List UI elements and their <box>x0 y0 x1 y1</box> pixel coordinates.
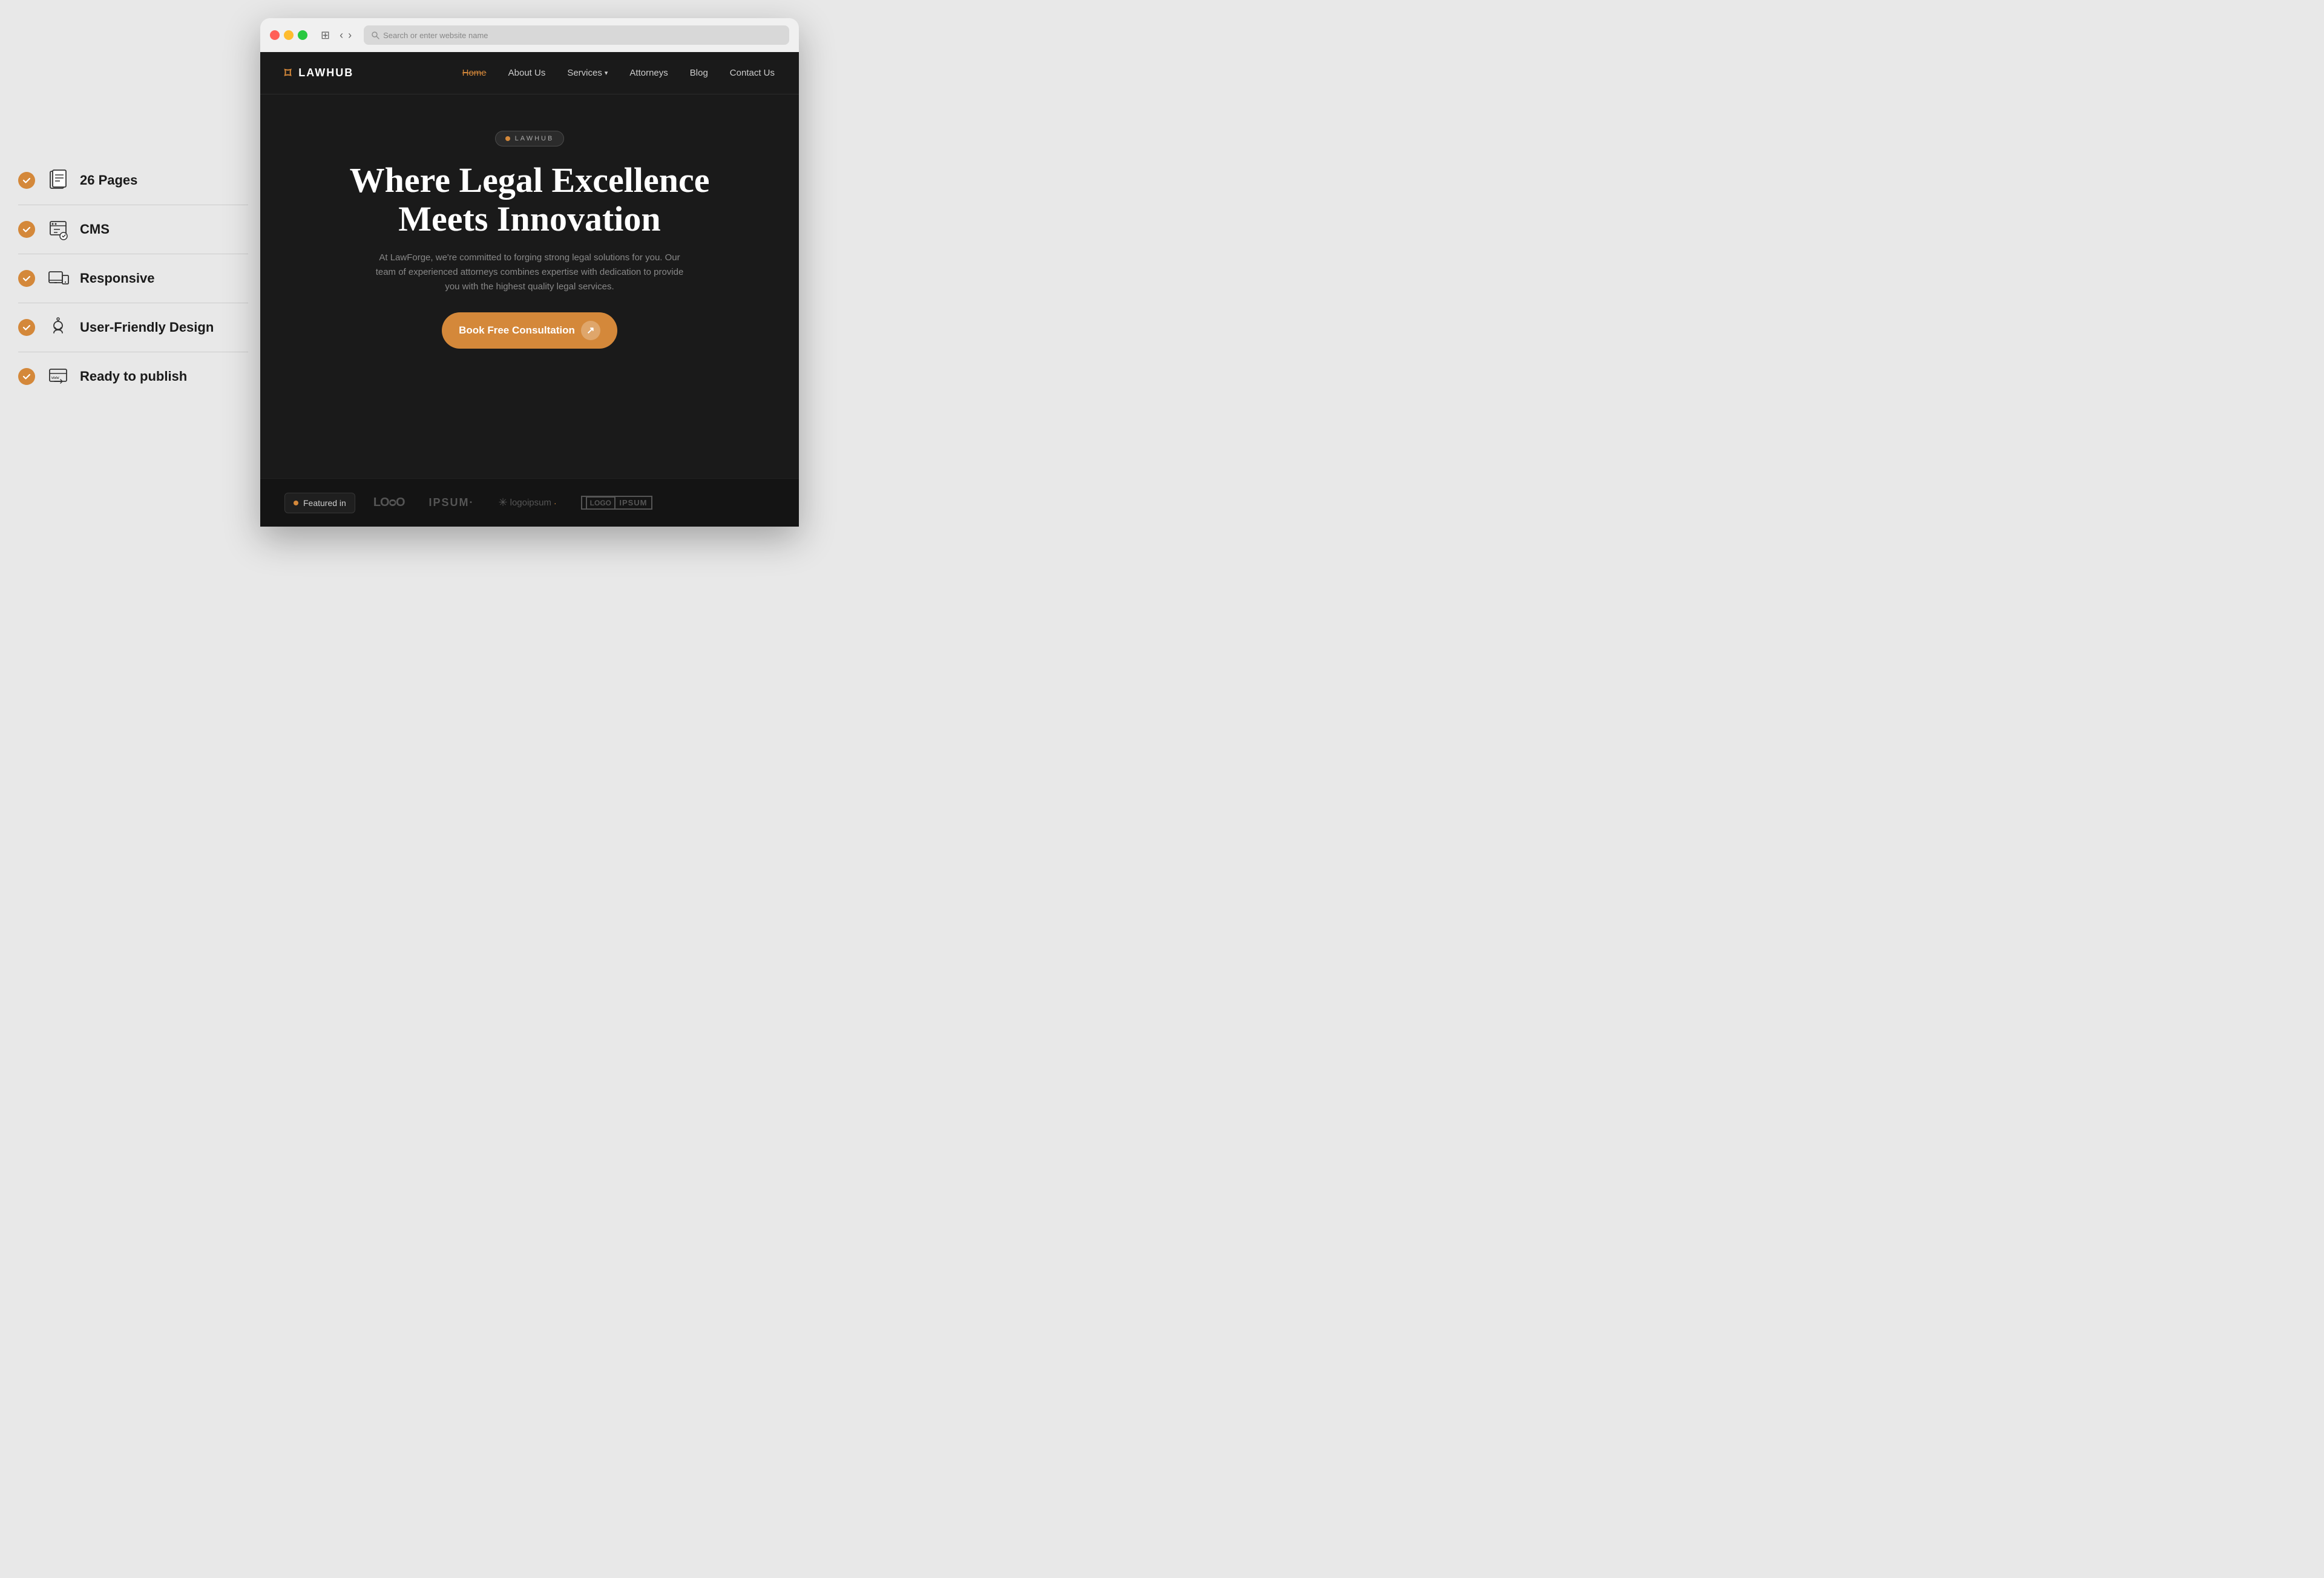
logo-logo-ipsum-box: LOGO IPSUM <box>581 496 652 510</box>
feature-list-wrapper: 26 Pages <box>18 156 248 401</box>
featured-dot <box>294 501 298 505</box>
check-badge-cms <box>18 221 35 238</box>
nav-services[interactable]: Services ▾ <box>567 68 608 78</box>
hero-badge-dot <box>505 136 510 141</box>
feature-label-responsive: Responsive <box>80 270 155 288</box>
hero-title: Where Legal Excellence Meets Innovation <box>284 161 775 238</box>
website-content: ⌑ LAWHUB Home About Us Services ▾ Attorn… <box>260 52 799 527</box>
featured-label: Featured in <box>284 493 355 513</box>
cta-button-label: Book Free Consultation <box>459 324 575 337</box>
close-button[interactable] <box>270 30 280 40</box>
back-button[interactable]: ‹ <box>340 29 343 42</box>
maximize-button[interactable] <box>298 30 307 40</box>
site-nav: ⌑ LAWHUB Home About Us Services ▾ Attorn… <box>260 52 799 94</box>
browser-nav: ‹ › <box>340 29 352 42</box>
publish-icon: www <box>45 363 71 390</box>
sidebar: 26 Pages <box>0 0 266 527</box>
checkmark-icon <box>22 176 31 185</box>
site-logo: ⌑ LAWHUB <box>284 65 353 81</box>
logo-icon: ⌑ <box>284 65 292 81</box>
nav-links: Home About Us Services ▾ Attorneys Blog … <box>462 68 775 79</box>
logo-text: LAWHUB <box>298 67 353 79</box>
check-badge-responsive <box>18 270 35 287</box>
checkmark-icon-4 <box>22 323 31 332</box>
pages-icon <box>45 167 71 194</box>
logo-ipsum: IPSUM· <box>429 496 474 509</box>
feature-label-user-friendly: User-Friendly Design <box>80 319 214 337</box>
responsive-icon <box>45 265 71 292</box>
minimize-button[interactable] <box>284 30 294 40</box>
browser-window: ⊞ ‹ › Search or enter website name ⌑ LAW… <box>260 18 799 527</box>
hero-badge-text: LAWHUB <box>515 135 554 142</box>
hero-subtitle: At LawForge, we're committed to forging … <box>372 251 687 294</box>
featured-bar: Featured in LOᴑO IPSUM· ✳ logoipsum· LOG… <box>260 478 799 527</box>
checkmark-icon-5 <box>22 372 31 381</box>
feature-item-publish: www Ready to publish <box>18 352 248 401</box>
logo-loco: LOᴑO <box>373 496 405 510</box>
checkmark-icon-2 <box>22 225 31 234</box>
browser-chrome: ⊞ ‹ › Search or enter website name <box>260 18 799 52</box>
traffic-lights <box>270 30 307 40</box>
nav-contact[interactable]: Contact Us <box>730 68 775 78</box>
feature-label-publish: Ready to publish <box>80 368 187 386</box>
check-badge-user-friendly <box>18 319 35 336</box>
feature-label-cms: CMS <box>80 221 110 238</box>
search-icon <box>371 31 379 39</box>
cta-arrow-icon: ↗ <box>581 321 600 340</box>
url-placeholder: Search or enter website name <box>383 31 488 40</box>
hero-section: LAWHUB Where Legal Excellence Meets Inno… <box>260 94 799 373</box>
cta-button[interactable]: Book Free Consultation ↗ <box>442 312 617 349</box>
logo-logoipsum: ✳ logoipsum· <box>499 496 557 509</box>
feature-item-responsive: Responsive <box>18 254 248 303</box>
feature-label-pages: 26 Pages <box>80 172 137 189</box>
user-friendly-icon <box>45 314 71 341</box>
nav-home[interactable]: Home <box>462 68 487 78</box>
feature-list: 26 Pages <box>18 156 248 401</box>
nav-blog[interactable]: Blog <box>690 68 708 78</box>
forward-button[interactable]: › <box>348 29 352 42</box>
check-badge-pages <box>18 172 35 189</box>
hero-title-line2: Meets Innovation <box>398 199 660 238</box>
sidebar-toggle-icon[interactable]: ⊞ <box>321 29 330 42</box>
cms-icon <box>45 216 71 243</box>
url-bar[interactable]: Search or enter website name <box>364 25 789 45</box>
feature-item-cms: CMS <box>18 205 248 254</box>
chevron-down-icon: ▾ <box>605 69 608 77</box>
nav-about[interactable]: About Us <box>508 68 546 78</box>
feature-item-user-friendly: User-Friendly Design <box>18 303 248 352</box>
feature-item-pages: 26 Pages <box>18 156 248 205</box>
hero-title-line1: Where Legal Excellence <box>350 160 710 200</box>
hero-badge: LAWHUB <box>495 131 565 146</box>
checkmark-icon-3 <box>22 274 31 283</box>
check-badge-publish <box>18 368 35 385</box>
logo-strip: LOᴑO IPSUM· ✳ logoipsum· LOGO IPSUM <box>373 496 775 510</box>
featured-label-text: Featured in <box>303 498 346 508</box>
svg-text:www: www <box>51 375 59 380</box>
nav-attorneys[interactable]: Attorneys <box>629 68 668 78</box>
